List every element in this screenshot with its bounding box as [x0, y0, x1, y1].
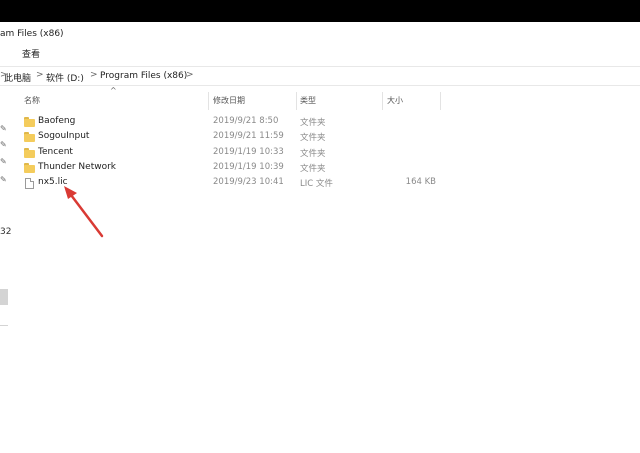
column-divider[interactable]: [440, 92, 441, 110]
file-name: Baofeng: [38, 116, 76, 126]
file-name: SogouInput: [38, 131, 90, 141]
file-name: Thunder Network: [38, 162, 116, 172]
window-title: am Files (x86): [0, 29, 64, 39]
nav-pane-divider: [0, 325, 8, 326]
ribbon: 查看: [0, 44, 640, 64]
breadcrumb-folder[interactable]: Program Files (x86): [100, 71, 187, 81]
file-name: Tencent: [38, 147, 73, 157]
chevron-right-icon[interactable]: >: [36, 70, 44, 80]
column-header-size[interactable]: 大小: [387, 95, 403, 111]
file-icon: [25, 178, 34, 189]
file-row-baofeng[interactable]: Baofeng 2019/9/21 8:50 文件夹: [20, 115, 450, 130]
address-bar[interactable]: > 此电脑 > 软件 (D:) > Program Files (x86) >: [0, 66, 640, 86]
ribbon-tab-view[interactable]: 查看: [22, 47, 40, 60]
file-row-tencent[interactable]: Tencent 2019/1/19 10:33 文件夹: [20, 146, 450, 161]
file-row-sogouinput[interactable]: SogouInput 2019/9/21 11:59 文件夹: [20, 130, 450, 145]
file-date: 2019/1/19 10:39: [213, 162, 284, 172]
file-type: 文件夹: [300, 118, 326, 128]
nav-pane-fragment: 32: [0, 227, 12, 237]
column-divider[interactable]: [382, 92, 383, 110]
annotation-arrow-icon: [64, 186, 104, 238]
column-header-date[interactable]: 修改日期: [213, 95, 245, 111]
file-date: 2019/1/19 10:33: [213, 147, 284, 157]
file-date: 2019/9/21 11:59: [213, 131, 284, 141]
pin-icon[interactable]: ✎: [0, 157, 7, 166]
breadcrumb-this-pc[interactable]: 此电脑: [4, 71, 31, 84]
file-type: LIC 文件: [300, 179, 333, 189]
chevron-right-icon[interactable]: >: [90, 70, 98, 80]
column-divider[interactable]: [208, 92, 209, 110]
file-date: 2019/9/21 8:50: [213, 116, 279, 126]
file-type: 文件夹: [300, 149, 326, 159]
column-divider[interactable]: [296, 92, 297, 110]
nav-pane-selection[interactable]: [0, 289, 8, 305]
column-header-name[interactable]: 名称: [24, 95, 40, 111]
file-date: 2019/9/23 10:41: [213, 177, 284, 187]
pin-icon[interactable]: ✎: [0, 175, 7, 184]
file-row-thunder-network[interactable]: Thunder Network 2019/1/19 10:39 文件夹: [20, 161, 450, 176]
file-type: 文件夹: [300, 164, 326, 174]
pin-icon[interactable]: ✎: [0, 140, 7, 149]
chevron-right-icon[interactable]: >: [186, 70, 194, 80]
breadcrumb-drive[interactable]: 软件 (D:): [46, 71, 84, 84]
window-top-bar: [0, 0, 640, 22]
pin-icon[interactable]: ✎: [0, 124, 7, 133]
sort-up-icon: ^: [110, 86, 117, 95]
file-type: 文件夹: [300, 133, 326, 143]
file-size: 164 KB: [405, 177, 436, 187]
column-header-type[interactable]: 类型: [300, 95, 316, 111]
